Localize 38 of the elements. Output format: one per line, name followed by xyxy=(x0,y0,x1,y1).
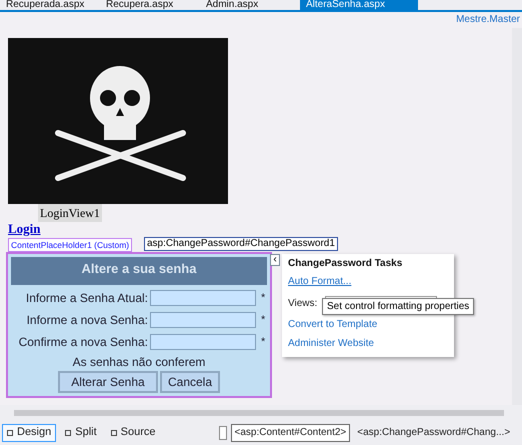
field-label: Informe a nova Senha: xyxy=(26,312,149,329)
view-icon xyxy=(110,430,117,436)
submit-button[interactable]: Alterar Senha xyxy=(58,371,158,393)
horizontal-scrollbar[interactable] xyxy=(14,410,504,416)
required-mark: * xyxy=(261,334,266,350)
control-tag: asp:ChangePassword#ChangePassword1 xyxy=(144,237,338,251)
smart-tag-toggle[interactable]: ‹ xyxy=(270,254,280,266)
task-link[interactable]: Auto Format... xyxy=(288,275,352,288)
breadcrumb-item[interactable]: <asp:ChangePassword#Chang...> xyxy=(354,424,514,442)
breadcrumb-item[interactable]: <asp:Content#Content2> xyxy=(230,424,350,442)
document-tab[interactable]: Recuperada.aspx xyxy=(0,0,100,10)
field-label: Informe a Senha Atual: xyxy=(24,290,149,307)
field-label: Confirme a nova Senha: xyxy=(18,334,149,351)
view-tab[interactable]: Split xyxy=(60,424,102,442)
view-icon xyxy=(65,430,72,436)
panel-title: ChangePassword Tasks xyxy=(288,257,404,271)
error-message: As senhas não conferem xyxy=(72,354,206,371)
login-link[interactable]: Login xyxy=(8,219,41,238)
view-tab[interactable]: Source xyxy=(106,424,161,442)
required-mark: * xyxy=(261,290,266,306)
password-field[interactable] xyxy=(150,290,256,306)
master-page-link[interactable]: Mestre.Master xyxy=(456,12,520,27)
document-tab[interactable]: Recupera.aspx xyxy=(100,0,200,10)
password-field[interactable] xyxy=(150,312,256,328)
password-field[interactable] xyxy=(150,334,256,350)
document-tab[interactable]: AlteraSenha.aspx xyxy=(300,0,418,10)
cancel-button[interactable]: Cancela xyxy=(160,371,220,393)
control-title: Altere a sua senha xyxy=(11,257,267,285)
control-label: LoginView1 xyxy=(38,204,102,222)
task-link[interactable]: Convert to Template xyxy=(288,318,378,331)
view-tab[interactable]: Design xyxy=(2,424,56,442)
document-tab[interactable]: Admin.aspx xyxy=(200,0,300,10)
tooltip: Set control formatting properties xyxy=(322,298,474,315)
view-icon xyxy=(7,430,13,436)
required-mark: * xyxy=(261,312,266,328)
dropdown-label: Views: xyxy=(288,296,318,310)
task-link[interactable]: Administer Website xyxy=(288,337,374,350)
placeholder-tag: ContentPlaceHolder1 (Custom) xyxy=(8,238,132,252)
